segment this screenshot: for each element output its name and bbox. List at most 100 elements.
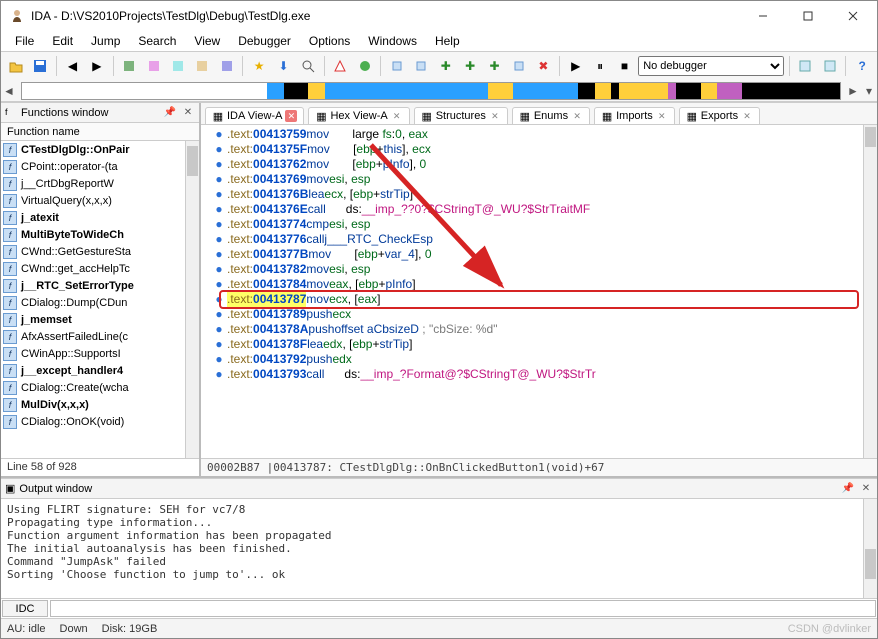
pin-icon[interactable]: 📌 [163,106,177,120]
nav-down-icon[interactable]: ▾ [861,84,877,98]
tab-enums[interactable]: ▦Enums✕ [512,107,590,124]
search-icon[interactable] [297,55,318,77]
functions-scrollbar[interactable] [185,141,199,458]
tab-ida-view-a[interactable]: ▦IDA View-A✕ [205,107,304,124]
function-row[interactable]: fj__except_handler4 [1,362,185,379]
tab-imports[interactable]: ▦Imports✕ [594,107,675,124]
function-row[interactable]: fMultiByteToWideCh [1,226,185,243]
disasm-line[interactable]: ●.text:0041377B mov [ebp+var_4], 0 [211,247,863,262]
menu-options[interactable]: Options [301,32,358,50]
tab-close-icon[interactable]: ✕ [391,110,403,122]
output-close-icon[interactable]: ✕ [859,482,873,496]
down-icon[interactable]: ⬇ [273,55,294,77]
circle-icon[interactable] [354,55,375,77]
function-row[interactable]: fCWnd::GetGestureSta [1,243,185,260]
tab-close-icon[interactable]: ✕ [741,110,753,122]
disasm-line[interactable]: ●.text:0041375F mov [ebp+this], ecx [211,142,863,157]
tab-structures[interactable]: ▦Structures✕ [414,107,508,124]
menu-search[interactable]: Search [130,32,184,50]
disasm-line[interactable]: ●.text:0041378A push offset aCbsizeD ; "… [211,322,863,337]
output-text[interactable]: Using FLIRT signature: SEH for vc7/8 Pro… [1,499,863,598]
tool-c-icon[interactable] [167,55,188,77]
disasm-line[interactable]: ●.text:0041376B lea ecx, [ebp+strTip] [211,187,863,202]
disasm-line[interactable]: ●.text:00413792 push edx [211,352,863,367]
disasm-line[interactable]: ●.text:00413782 mov esi, esp [211,262,863,277]
star-icon[interactable]: ★ [248,55,269,77]
tab-close-icon[interactable]: ✕ [285,110,297,122]
function-row[interactable]: fCWinApp::SupportsI [1,345,185,362]
disasm-line[interactable]: ●.text:00413759 mov large fs:0, eax [211,127,863,142]
menu-file[interactable]: File [7,32,42,50]
tab-close-icon[interactable]: ✕ [656,110,668,122]
disasm-line[interactable]: ●.text:00413776 call j___RTC_CheckEsp [211,232,863,247]
disasm-line[interactable]: ●.text:00413789 push ecx [211,307,863,322]
stop-icon[interactable]: ■ [614,55,635,77]
function-row[interactable]: fj__RTC_SetErrorType [1,277,185,294]
menu-windows[interactable]: Windows [360,32,425,50]
nav-right-icon[interactable]: ► [845,84,861,98]
output-pin-icon[interactable]: 📌 [841,482,855,496]
debugger-select[interactable]: No debugger [638,56,784,76]
function-row[interactable]: fj__CrtDbgReportW [1,175,185,192]
close-button[interactable] [830,2,875,30]
function-row[interactable]: fCWnd::get_accHelpTc [1,260,185,277]
disasm-line[interactable]: ●.text:00413774 cmp esi, esp [211,217,863,232]
nav-left-icon[interactable]: ◄ [1,84,17,98]
delete-icon[interactable]: ✖ [533,55,554,77]
db2-icon[interactable] [411,55,432,77]
help-icon[interactable]: ? [851,55,872,77]
menu-jump[interactable]: Jump [83,32,128,50]
cmd-label[interactable]: IDC [2,600,48,617]
back-icon[interactable]: ◀ [62,55,83,77]
plus2-icon[interactable]: ✚ [459,55,480,77]
menu-help[interactable]: Help [427,32,468,50]
panel-close-icon[interactable]: ✕ [181,106,195,120]
minimize-button[interactable] [740,2,785,30]
cfg1-icon[interactable] [795,55,816,77]
function-row[interactable]: fCDialog::Dump(CDun [1,294,185,311]
overview-bar[interactable] [21,82,841,100]
db1-icon[interactable] [386,55,407,77]
function-row[interactable]: fCTestDlgDlg::OnPair [1,141,185,158]
plus3-icon[interactable]: ✚ [484,55,505,77]
tab-close-icon[interactable]: ✕ [489,110,501,122]
function-row[interactable]: fj_atexit [1,209,185,226]
disasm-line[interactable]: ●.text:0041378F lea edx, [ebp+strTip] [211,337,863,352]
disasm-line[interactable]: ●.text:00413784 mov eax, [ebp+pInfo] [211,277,863,292]
tool-a-icon[interactable] [119,55,140,77]
triangle-icon[interactable] [330,55,351,77]
output-scrollbar[interactable] [863,499,877,598]
tool-b-icon[interactable] [143,55,164,77]
tool-d-icon[interactable] [192,55,213,77]
menu-view[interactable]: View [186,32,228,50]
function-row[interactable]: fCPoint::operator-(ta [1,158,185,175]
save-icon[interactable] [29,55,50,77]
pause-icon[interactable]: ⏸ [589,55,610,77]
disasm-view[interactable]: ●.text:00413759 mov large fs:0, eax●.tex… [201,125,863,458]
forward-icon[interactable]: ▶ [86,55,107,77]
open-icon[interactable] [5,55,26,77]
function-row[interactable]: fVirtualQuery(x,x,x) [1,192,185,209]
tab-close-icon[interactable]: ✕ [571,110,583,122]
cmd-input[interactable] [50,600,876,617]
function-row[interactable]: fj_memset [1,311,185,328]
disasm-line[interactable]: ●.text:00413787 mov ecx, [eax] [211,292,863,307]
function-row[interactable]: fCDialog::OnOK(void) [1,413,185,430]
menu-debugger[interactable]: Debugger [230,32,299,50]
disasm-line[interactable]: ●.text:0041376E call ds:__imp_??0?$CStri… [211,202,863,217]
disasm-line[interactable]: ●.text:00413769 mov esi, esp [211,172,863,187]
maximize-button[interactable] [785,2,830,30]
tab-hex-view-a[interactable]: ▦Hex View-A✕ [308,107,409,124]
run-icon[interactable]: ▶ [565,55,586,77]
function-row[interactable]: fMulDiv(x,x,x) [1,396,185,413]
function-row[interactable]: fAfxAssertFailedLine(c [1,328,185,345]
disasm-line[interactable]: ●.text:00413793 call ds:__imp_?Format@?$… [211,367,863,382]
tab-exports[interactable]: ▦Exports✕ [679,107,760,124]
db3-icon[interactable] [508,55,529,77]
cfg2-icon[interactable] [819,55,840,77]
disasm-scrollbar[interactable] [863,125,877,458]
tool-e-icon[interactable] [216,55,237,77]
function-row[interactable]: fCDialog::Create(wcha [1,379,185,396]
menu-edit[interactable]: Edit [44,32,81,50]
disasm-line[interactable]: ●.text:00413762 mov [ebp+pInfo], 0 [211,157,863,172]
